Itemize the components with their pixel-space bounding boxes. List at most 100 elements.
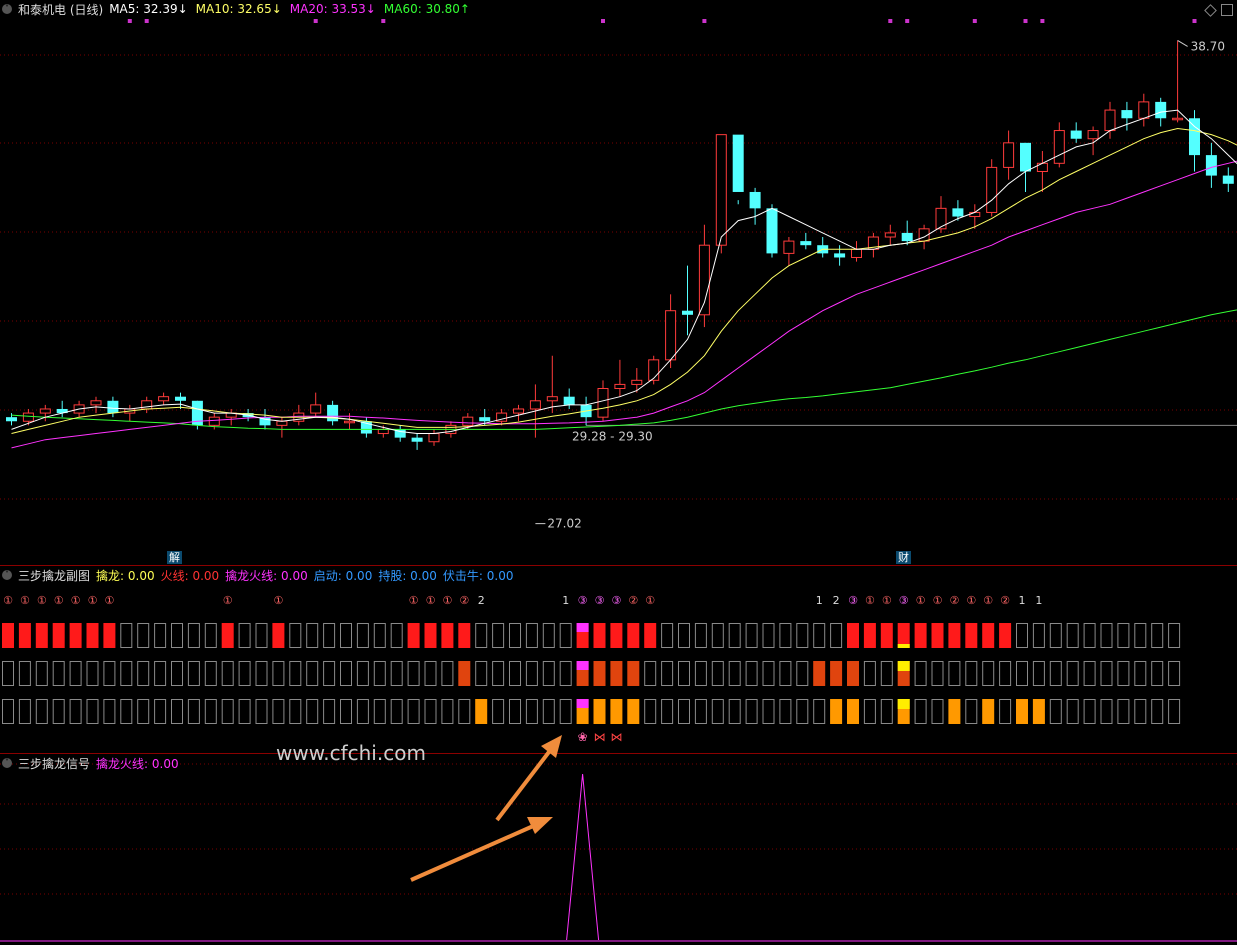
signal-block-grid: ① ① ① ① ① ① ① ① ① ① ① ① ② 2 1 ③ ③ ③ ② ① 1 2 ③ ① ① ③ ① ① ② ① ① ② 1 1❀ ⋈ ⋈ [2, 594, 1181, 744]
signal-block-off [187, 661, 200, 686]
candle-up [1087, 130, 1099, 140]
candle-down [327, 404, 339, 422]
signal-block-on [627, 661, 640, 686]
signal-block-off [272, 699, 285, 724]
signal-block-off [407, 699, 420, 724]
top-marker [702, 19, 707, 23]
signal-block-off [931, 661, 944, 686]
signal-block-off [137, 623, 150, 648]
candle-up [22, 412, 34, 422]
collapse-icon[interactable]: ˅ [2, 4, 12, 14]
candle-down [682, 310, 693, 315]
tag-jie[interactable]: 解 [167, 551, 182, 564]
signal-block-off [1066, 661, 1079, 686]
candle-down [952, 208, 964, 217]
signal-block-off [306, 699, 319, 724]
signal-block-off [424, 661, 437, 686]
signal-block-off [289, 623, 302, 648]
signal-block-off [86, 699, 99, 724]
candlestick-chart[interactable]: 29.28 - 29.30 38.70 27.02 [0, 0, 1237, 565]
top-marker [888, 19, 893, 23]
signal-block-on [948, 699, 961, 724]
signal-block-off [187, 623, 200, 648]
top-marker [381, 19, 386, 23]
signal-block-off [35, 661, 48, 686]
candle-up [665, 310, 677, 361]
signal-block-off [661, 661, 674, 686]
signal-block-on [593, 623, 606, 648]
top-marker [144, 19, 149, 23]
signal-count-mark: ① [865, 594, 875, 607]
signal-block-off [356, 623, 369, 648]
signal-block-on [914, 623, 927, 648]
indicator-panel-2[interactable]: ˅ 三步擒龙信号 擒龙火线: 0.00 [0, 754, 1237, 945]
signal-block-yellow-cap [897, 699, 910, 709]
signal-block-off [931, 699, 944, 724]
signal-block-off [1134, 699, 1147, 724]
signal-block-on [813, 661, 826, 686]
signal-block-off [356, 699, 369, 724]
candle-up [158, 396, 170, 402]
main-chart-panel[interactable]: ˅ 和泰机电 (日线) MA5: 32.39↓ MA10: 32.65↓ MA20:… [0, 0, 1237, 565]
signal-block-off [187, 699, 200, 724]
top-marker [972, 19, 977, 23]
signal-block-on [948, 623, 961, 648]
signal-block-off [762, 661, 775, 686]
signal-block-off [69, 699, 82, 724]
signal-block-off [18, 661, 31, 686]
candle-up [1172, 117, 1184, 121]
range-label: 29.28 - 29.30 [572, 429, 653, 443]
collapse-icon[interactable]: ˅ [2, 758, 12, 768]
signal-block-pink-cap [576, 661, 589, 670]
signal-count-mark: 2 [478, 594, 485, 607]
signal-block-off [509, 661, 521, 686]
signal-block-on [644, 623, 657, 648]
signal-block-off [1083, 623, 1096, 648]
top-marker [313, 19, 318, 23]
signal-count-mark: ① [3, 594, 13, 607]
signal-block-off [238, 661, 251, 686]
signal-block-on [610, 699, 623, 724]
signal-count-mark: ② [628, 594, 638, 607]
signal-block-off [492, 661, 505, 686]
signal-block-off [1168, 661, 1181, 686]
signal-block-off [542, 661, 555, 686]
signal-block-off [204, 661, 217, 686]
signal-block-off [644, 661, 657, 686]
signal-block-off [390, 623, 403, 648]
signal-block-off [323, 661, 336, 686]
signal-block-off [103, 661, 116, 686]
signal-block-off [559, 623, 572, 648]
candle-up [614, 383, 626, 390]
signal-block-off [424, 699, 437, 724]
signal-block-on [86, 623, 99, 648]
tag-cai[interactable]: 财 [896, 551, 911, 564]
signal-block-off [813, 623, 826, 648]
signal-block-on [965, 623, 978, 648]
signal-block-off [204, 623, 217, 648]
signal-block-off [1016, 661, 1028, 686]
signal-block-off [373, 699, 386, 724]
signal-block-off [525, 661, 538, 686]
signal-block-off [694, 623, 707, 648]
candle-up [783, 240, 795, 254]
signal-block-off [1032, 623, 1045, 648]
collapse-icon[interactable]: ˅ [2, 570, 12, 580]
signal-block-yellow-cap [897, 644, 910, 648]
signal-count-mark: 1 [1019, 594, 1026, 607]
window-box-icon[interactable] [1221, 4, 1233, 16]
candle-down [1155, 101, 1167, 119]
candle-down [766, 208, 778, 254]
candle-up [39, 408, 51, 414]
butterfly-icon: ❀ [578, 730, 588, 744]
signal-count-mark: ① [882, 594, 892, 607]
signal-block-on [18, 623, 31, 648]
signal-block-off [711, 699, 724, 724]
signal-block-off [373, 661, 386, 686]
top-marker [905, 19, 910, 23]
signal-block-off [813, 699, 826, 724]
main-chart-header: ˅ 和泰机电 (日线) MA5: 32.39↓ MA10: 32.65↓ MA20:… [0, 0, 478, 18]
indicator-panel-1[interactable]: ˅ 三步擒龙副图 擒龙: 0.00 火线: 0.00 擒龙火线: 0.00 启动: 0… [0, 565, 1237, 754]
candle-down [107, 400, 119, 414]
signal-block-off [694, 661, 707, 686]
